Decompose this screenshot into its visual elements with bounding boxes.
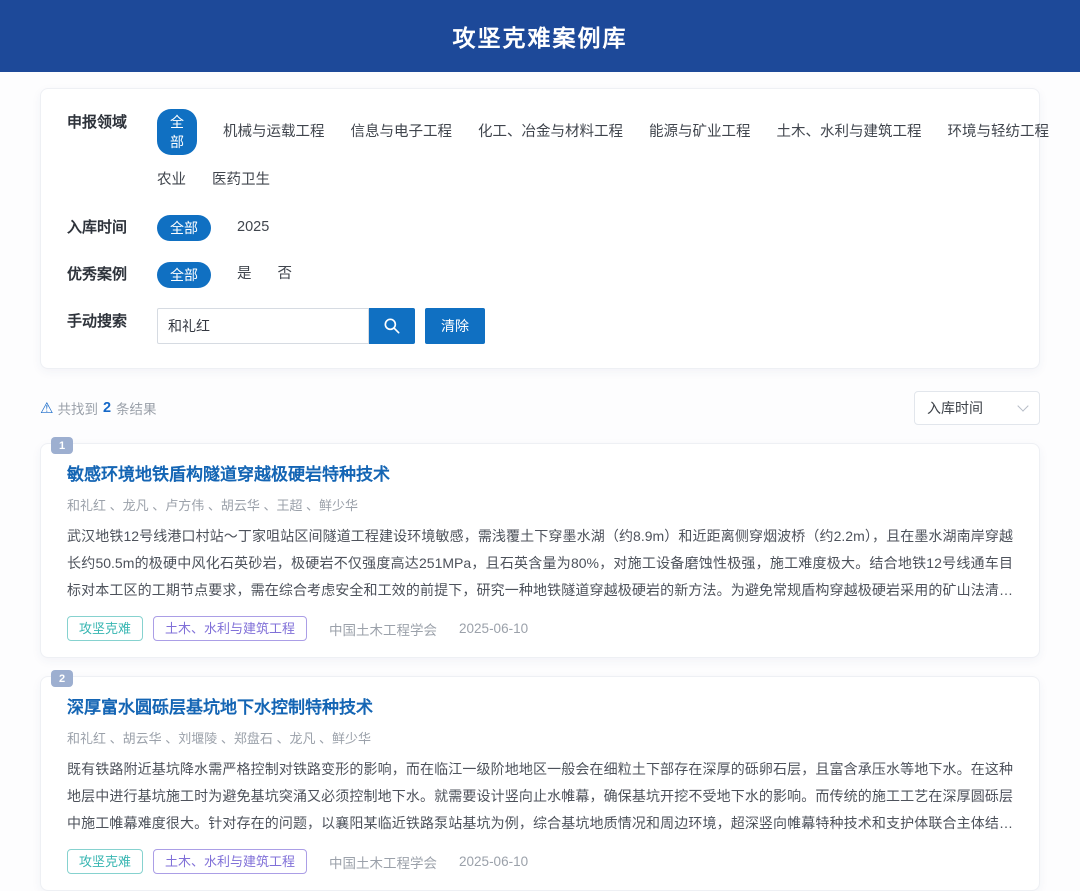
field-option-all[interactable]: 全部 [157,109,197,155]
search-icon [382,316,402,336]
results-bar: ⚠ 共找到 2 条结果 入库时间 [40,391,1040,425]
excellent-filter-options: 全部 是 否 [157,261,292,288]
time-option[interactable]: 2025 [237,214,269,241]
tag-case-type: 攻坚克难 [67,849,143,874]
result-title[interactable]: 敏感环境地铁盾构隧道穿越极硬岩特种技术 [67,464,1013,486]
field-option[interactable]: 化工、冶金与材料工程 [478,119,623,146]
search-input[interactable] [157,308,369,344]
sort-dropdown[interactable]: 入库时间 [914,391,1040,425]
excellent-option-yes[interactable]: 是 [237,261,252,288]
result-source: 中国土木工程学会 [329,619,437,639]
clear-button[interactable]: 清除 [425,308,485,344]
filter-row-field: 申报领域 全部 机械与运载工程 信息与电子工程 化工、冶金与材料工程 能源与矿业… [67,109,1013,194]
count-suffix: 条结果 [116,398,157,418]
result-date: 2025-06-10 [459,621,528,636]
time-filter-options: 全部 2025 [157,214,269,241]
field-option[interactable]: 信息与电子工程 [351,119,453,146]
search-button[interactable] [369,308,415,344]
filter-row-time: 入库时间 全部 2025 [67,214,1013,241]
field-filter-label: 申报领域 [67,109,145,136]
main-content: 申报领域 全部 机械与运载工程 信息与电子工程 化工、冶金与材料工程 能源与矿业… [0,72,1080,891]
page-title: 攻坚克难案例库 [453,19,628,53]
filter-panel: 申报领域 全部 机械与运载工程 信息与电子工程 化工、冶金与材料工程 能源与矿业… [40,88,1040,369]
result-date: 2025-06-10 [459,854,528,869]
result-description: 武汉地铁12号线港口村站～丁家咀站区间隧道工程建设环境敏感，需浅覆土下穿墨水湖（… [67,523,1013,604]
result-description: 既有铁路附近基坑降水需严格控制对铁路变形的影响，而在临江一级阶地地区一般会在细粒… [67,756,1013,837]
field-option[interactable]: 机械与运载工程 [223,119,325,146]
tag-field: 土木、水利与建筑工程 [153,849,307,874]
excellent-option-no[interactable]: 否 [278,261,293,288]
warning-icon: ⚠ [40,401,53,416]
filter-row-search: 手动搜索 清除 [67,308,1013,344]
result-authors: 和礼红 、胡云华 、刘堰陵 、郑盘石 、龙凡 、鲜少华 [67,728,1013,747]
count-prefix: 共找到 [57,398,98,418]
field-option[interactable]: 环境与轻纺工程 [948,119,1050,146]
field-option[interactable]: 医药卫生 [212,167,270,194]
time-option-all[interactable]: 全部 [157,215,211,241]
result-card: 1 敏感环境地铁盾构隧道穿越极硬岩特种技术 和礼红 、龙凡 、卢方伟 、胡云华 … [40,443,1040,658]
excellent-option-all[interactable]: 全部 [157,262,211,288]
field-option[interactable]: 农业 [157,167,186,194]
time-filter-label: 入库时间 [67,214,145,241]
field-option[interactable]: 能源与矿业工程 [649,119,751,146]
field-filter-options: 全部 机械与运载工程 信息与电子工程 化工、冶金与材料工程 能源与矿业工程 土木… [157,109,1049,194]
search-label: 手动搜索 [67,308,145,335]
result-title[interactable]: 深厚富水圆砾层基坑地下水控制特种技术 [67,697,1013,719]
app-header: 攻坚克难案例库 [0,0,1080,72]
result-card: 2 深厚富水圆砾层基坑地下水控制特种技术 和礼红 、胡云华 、刘堰陵 、郑盘石 … [40,676,1040,891]
results-count: ⚠ 共找到 2 条结果 [40,398,157,418]
result-meta: 攻坚克难 土木、水利与建筑工程 中国土木工程学会 2025-06-10 [67,849,1013,874]
result-authors: 和礼红 、龙凡 、卢方伟 、胡云华 、王超 、鲜少华 [67,495,1013,514]
excellent-filter-label: 优秀案例 [67,261,145,288]
field-option[interactable]: 土木、水利与建筑工程 [777,119,922,146]
tag-case-type: 攻坚克难 [67,616,143,641]
result-index-badge: 1 [51,437,73,454]
sort-value: 入库时间 [927,398,983,418]
filter-row-excellent: 优秀案例 全部 是 否 [67,261,1013,288]
result-source: 中国土木工程学会 [329,852,437,872]
result-index-badge: 2 [51,670,73,687]
tag-field: 土木、水利与建筑工程 [153,616,307,641]
chevron-down-icon [1017,400,1028,411]
result-meta: 攻坚克难 土木、水利与建筑工程 中国土木工程学会 2025-06-10 [67,616,1013,641]
count-number: 2 [103,400,111,416]
